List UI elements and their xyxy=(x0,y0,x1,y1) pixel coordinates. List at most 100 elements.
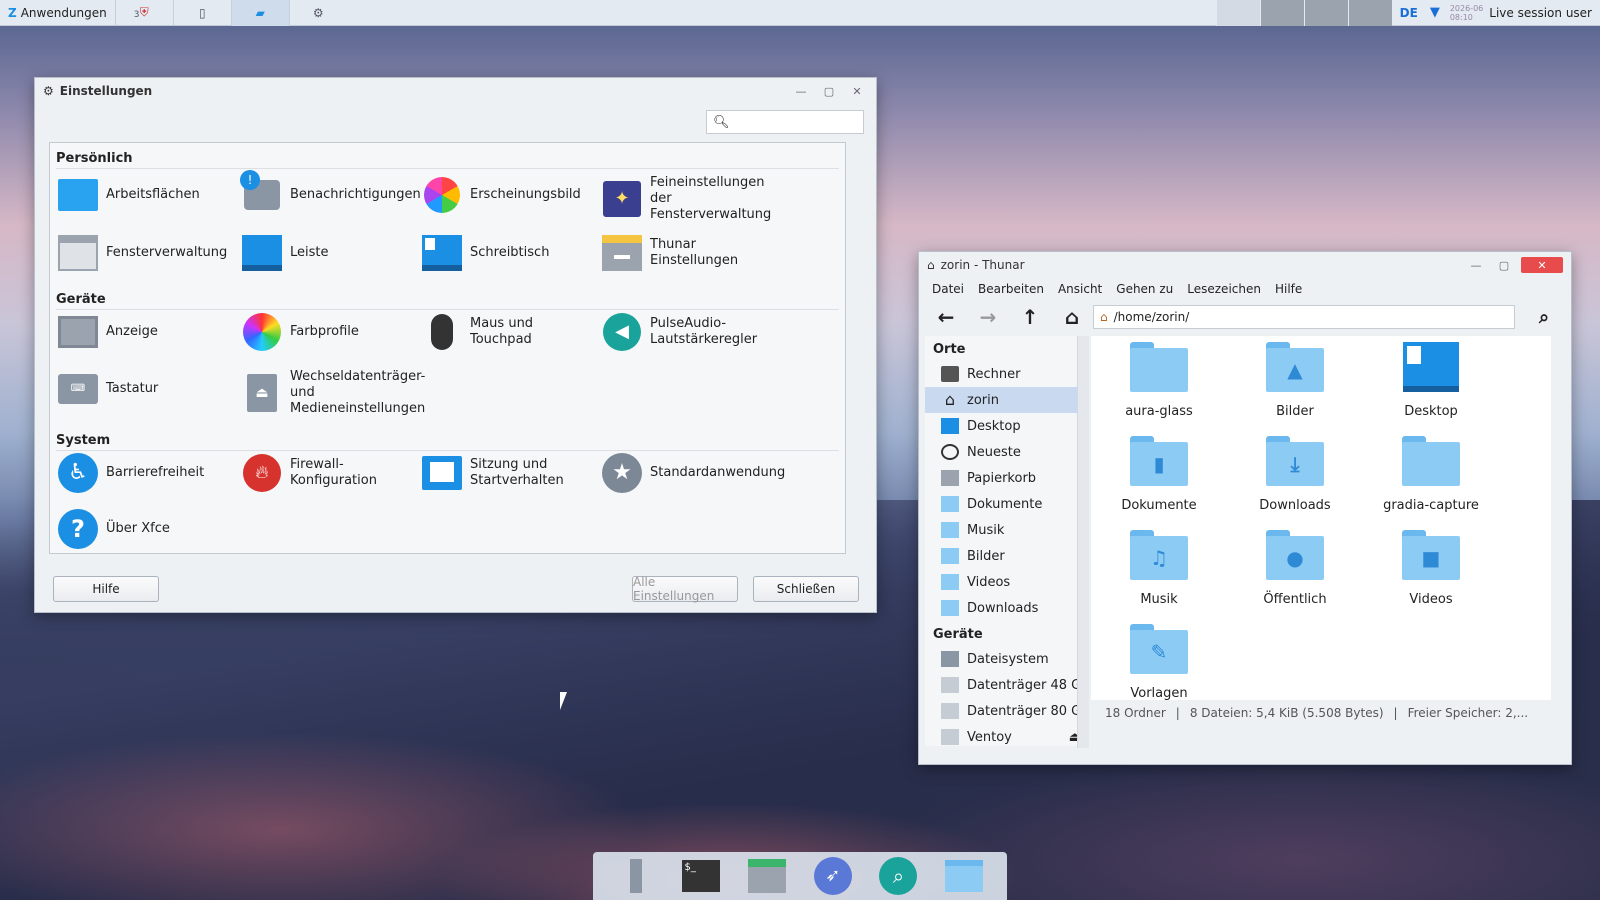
sidebar-scrollbar[interactable] xyxy=(1077,336,1089,748)
file-label: gradia-capture xyxy=(1383,498,1479,513)
applications-menu[interactable]: Z Anwendungen xyxy=(0,0,115,26)
file-item-gradia-capture[interactable]: gradia-capture xyxy=(1371,436,1491,513)
item-leiste[interactable]: Leiste xyxy=(242,233,422,273)
item-firewall[interactable]: 🔥︎ Firewall-Konfiguration xyxy=(242,453,422,493)
menu-datei[interactable]: Datei xyxy=(925,280,971,298)
item-farbprofile[interactable]: Farbprofile xyxy=(242,312,422,352)
sidebar-item-downloads[interactable]: Downloads xyxy=(925,595,1085,621)
home-icon: ⌂ xyxy=(1100,310,1108,324)
file-item-oeffentlich[interactable]: ● Öffentlich xyxy=(1235,530,1355,607)
file-item-bilder[interactable]: ▲ Bilder xyxy=(1235,342,1355,419)
workspace-4[interactable] xyxy=(1347,0,1392,26)
public-folder-icon: ● xyxy=(1266,530,1324,580)
close-button[interactable]: ✕ xyxy=(846,83,868,99)
sidebar-item-dokumente[interactable]: Dokumente xyxy=(925,491,1085,517)
item-maus[interactable]: Maus und Touchpad xyxy=(422,312,602,352)
documents-folder-icon xyxy=(941,496,959,512)
item-fensterverwaltung[interactable]: Fensterverwaltung xyxy=(58,233,238,273)
sidebar-item-desktop[interactable]: Desktop xyxy=(925,413,1085,439)
file-item-downloads[interactable]: ⤓ Downloads xyxy=(1235,436,1355,513)
menu-bearbeiten[interactable]: Bearbeiten xyxy=(971,280,1051,298)
sidebar-item-ventoy[interactable]: Ventoy ⏏ xyxy=(925,724,1085,746)
minimize-button[interactable]: — xyxy=(1465,257,1487,273)
sidebar-item-papierkorb[interactable]: Papierkorb xyxy=(925,465,1085,491)
file-item-aura-glass[interactable]: aura-glass xyxy=(1099,342,1219,419)
dock-item-search[interactable]: ⌕ xyxy=(878,857,918,895)
sidebar-item-zorin[interactable]: ⌂ zorin xyxy=(925,387,1085,413)
item-ueber-xfce[interactable]: ? Über Xfce xyxy=(58,509,238,549)
file-item-videos[interactable]: ■ Videos xyxy=(1371,530,1491,607)
session-user[interactable]: Live session user xyxy=(1489,6,1600,20)
file-item-vorlagen[interactable]: ✎ Vorlagen xyxy=(1099,624,1219,701)
item-anzeige[interactable]: Anzeige xyxy=(58,312,238,352)
item-standardanwendung[interactable]: ★ Standardanwendung xyxy=(602,453,802,493)
item-benachrichtigungen[interactable]: ! Benachrichtigungen xyxy=(240,170,422,215)
taskbar-file-manager[interactable]: ▰ xyxy=(230,0,289,26)
dock-item-files[interactable] xyxy=(944,857,984,895)
item-thunar[interactable]: Thunar Einstellungen xyxy=(602,233,782,273)
item-feineinstellungen[interactable]: ✦ Feineinstellungen der Fensterverwaltung xyxy=(602,175,782,223)
sidebar-item-videos[interactable]: Videos xyxy=(925,569,1085,595)
dock-item-terminal[interactable]: $_ xyxy=(681,857,721,895)
settings-titlebar[interactable]: ⚙ Einstellungen — ▢ ✕ xyxy=(35,78,876,104)
minimize-button[interactable]: — xyxy=(790,83,812,99)
maximize-button[interactable]: ▢ xyxy=(1493,257,1515,273)
sidebar-item-label: Datenträger 80 GB xyxy=(967,703,1085,719)
dock-item-browser[interactable]: ➶ xyxy=(813,857,853,895)
taskbar-firewall[interactable]: ⛨ 3 xyxy=(114,0,173,26)
item-schreibtisch[interactable]: Schreibtisch xyxy=(422,233,602,273)
workspace-3[interactable] xyxy=(1303,0,1348,26)
sidebar-item-musik[interactable]: Musik xyxy=(925,517,1085,543)
item-sitzung[interactable]: Sitzung und Startverhalten xyxy=(422,453,602,493)
item-wechseldatentraeger[interactable]: ⏏ Wechseldatenträger-und Medieneinstellun… xyxy=(242,369,432,417)
file-view: aura-glass ▲ Bilder Desktop ▮ Dokumente ⤓ D… xyxy=(1091,336,1551,701)
sidebar-item-neueste[interactable]: Neueste xyxy=(925,439,1085,465)
workspace-1[interactable] xyxy=(1215,0,1260,26)
taskbar-document[interactable]: ▯ xyxy=(172,0,231,26)
help-button[interactable]: Hilfe xyxy=(53,576,159,602)
settings-title: Einstellungen xyxy=(59,84,153,98)
workspace-2[interactable] xyxy=(1259,0,1304,26)
home-icon[interactable]: ⌂ xyxy=(1051,302,1093,332)
sidebar-item-rechner[interactable]: Rechner xyxy=(925,361,1085,387)
all-settings-button[interactable]: Alle Einstellungen xyxy=(632,575,738,603)
sidebar-item-label: Dokumente xyxy=(967,496,1043,512)
trash-icon xyxy=(941,470,959,486)
item-pulseaudio[interactable]: ◀ PulseAudio-Lautstärkeregler xyxy=(602,312,802,352)
sidebar-item-datentraeger-48[interactable]: Datenträger 48 G xyxy=(925,672,1085,698)
item-barrierefreiheit[interactable]: ♿︎ Barrierefreiheit xyxy=(58,453,238,493)
search-icon[interactable]: ⌕ xyxy=(1523,302,1565,332)
menu-ansicht[interactable]: Ansicht xyxy=(1051,280,1109,298)
item-arbeitsflaechen[interactable]: Arbeitsflächen xyxy=(58,175,238,215)
dock-item-file-cabinet[interactable] xyxy=(747,857,787,895)
settings-search[interactable]: 🔍︎ xyxy=(706,110,864,134)
taskbar-settings[interactable]: ⚙ xyxy=(288,0,347,26)
menu-gehen-zu[interactable]: Gehen zu xyxy=(1109,280,1180,298)
wifi-icon[interactable]: ▼ xyxy=(1426,5,1444,20)
sidebar-item-bilder[interactable]: Bilder xyxy=(925,543,1085,569)
maximize-button[interactable]: ▢ xyxy=(818,83,840,99)
forward-arrow-icon[interactable]: → xyxy=(967,302,1009,332)
file-item-desktop[interactable]: Desktop xyxy=(1371,342,1491,419)
sidebar-item-dateisystem[interactable]: Dateisystem xyxy=(925,646,1085,672)
up-arrow-icon[interactable]: ↑ xyxy=(1009,302,1051,332)
sidebar-item-datentraeger-80[interactable]: Datenträger 80 GB xyxy=(925,698,1085,724)
thunar-titlebar[interactable]: ⌂ zorin - Thunar — ▢ ✕ xyxy=(919,252,1571,278)
menu-lesezeichen[interactable]: Lesezeichen xyxy=(1180,280,1268,298)
clock[interactable]: 2026-06 08:10 xyxy=(1444,4,1489,22)
file-item-dokumente[interactable]: ▮ Dokumente xyxy=(1099,436,1219,513)
location-bar[interactable]: ⌂ /home/zorin/ xyxy=(1093,305,1515,329)
dock-item-placeholder[interactable] xyxy=(616,857,656,895)
keyboard-layout[interactable]: DE xyxy=(1392,6,1426,20)
appearance-icon xyxy=(422,175,462,215)
menu-hilfe[interactable]: Hilfe xyxy=(1268,280,1309,298)
close-settings-button[interactable]: Schließen xyxy=(753,576,859,602)
close-button[interactable]: ✕ xyxy=(1521,257,1563,273)
sidebar-item-label: Dateisystem xyxy=(967,651,1049,667)
keyboard-icon: ⌨ xyxy=(58,369,98,409)
file-item-musik[interactable]: ♫ Musik xyxy=(1099,530,1219,607)
documents-folder-icon: ▮ xyxy=(1130,436,1188,486)
item-tastatur[interactable]: ⌨ Tastatur xyxy=(58,369,238,409)
item-erscheinungsbild[interactable]: Erscheinungsbild xyxy=(422,175,602,215)
back-arrow-icon[interactable]: ← xyxy=(925,302,967,332)
